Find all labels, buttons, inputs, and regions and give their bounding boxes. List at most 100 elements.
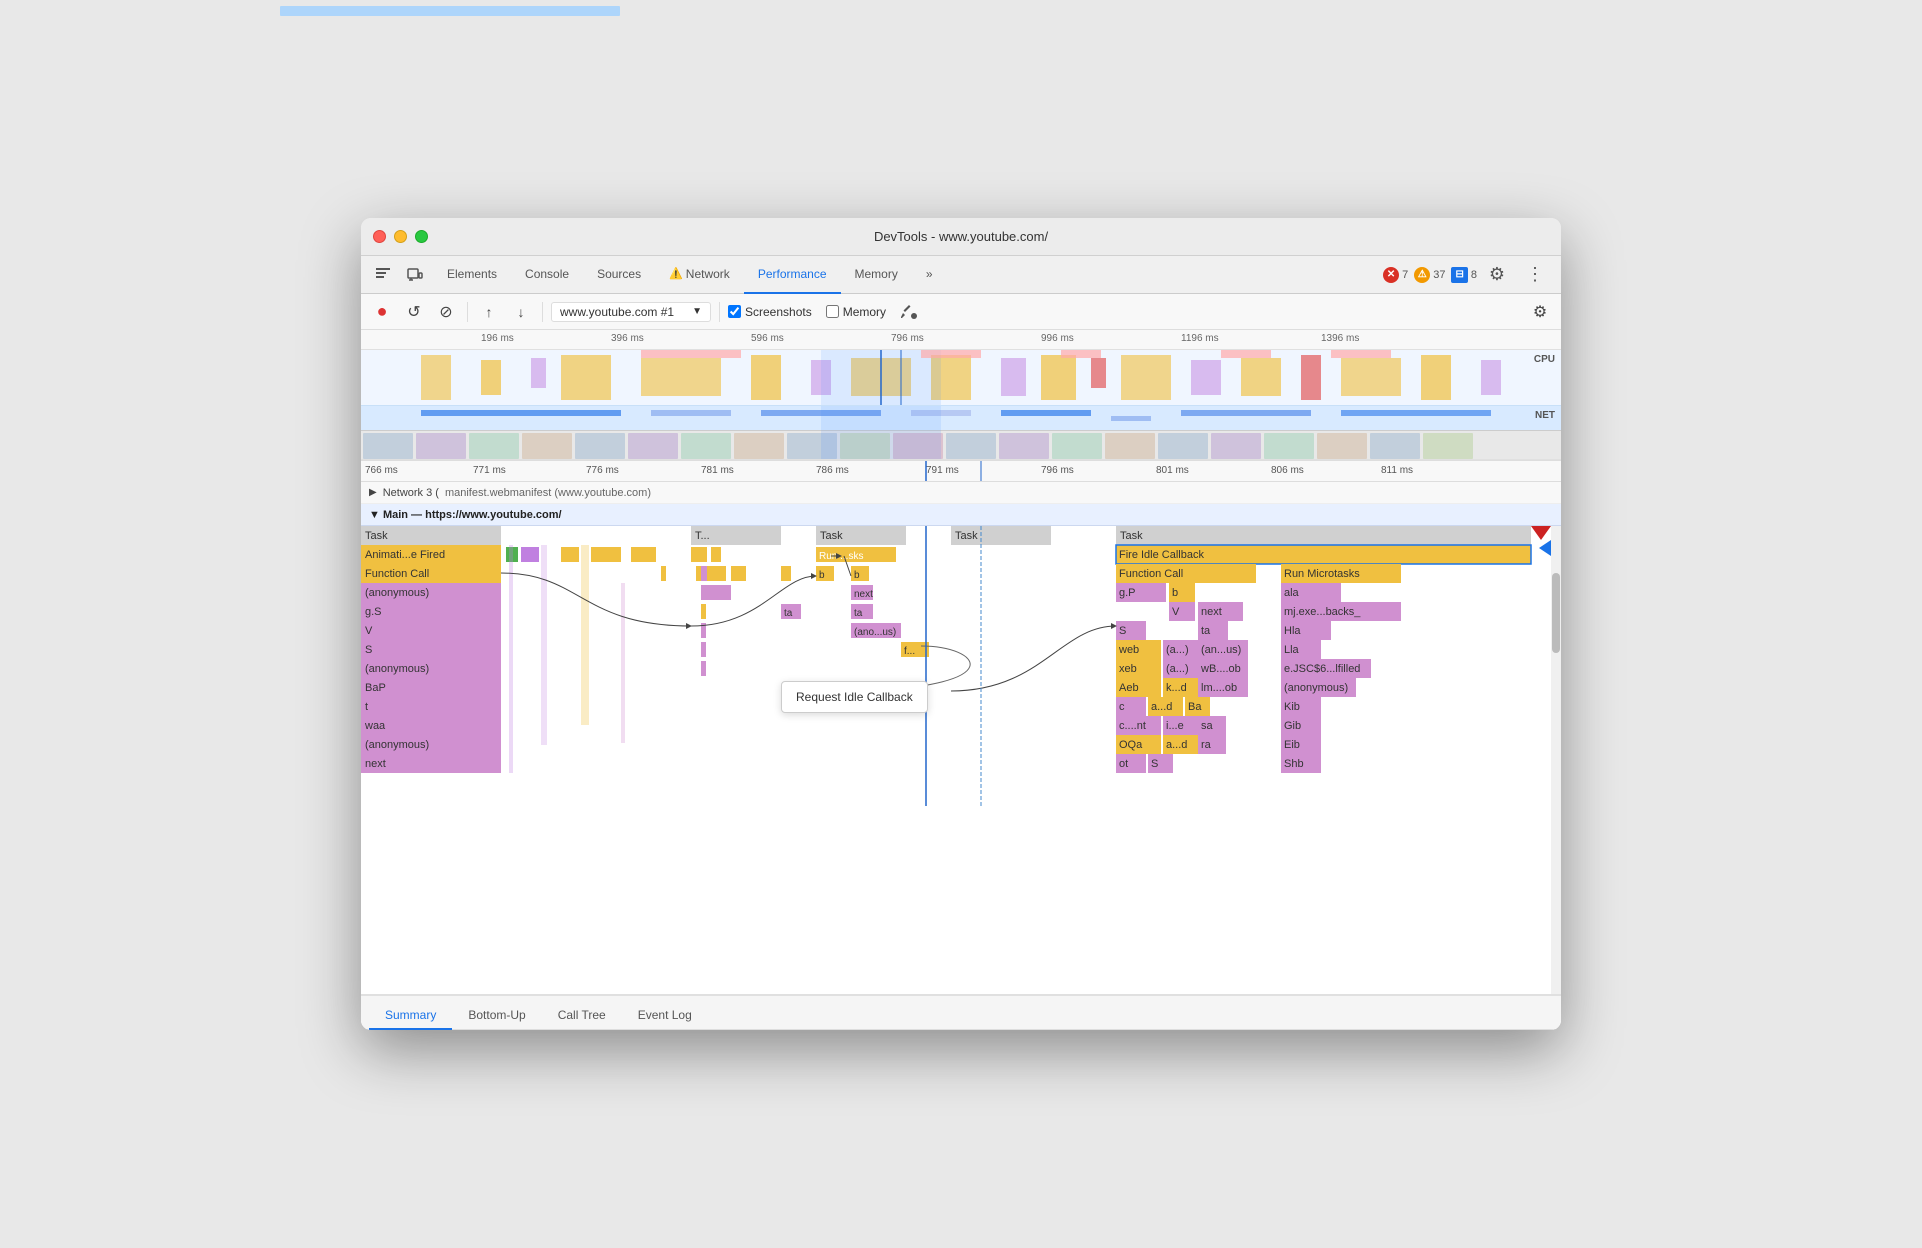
log-count: 8 bbox=[1471, 269, 1477, 281]
memory-checkbox-row: Memory bbox=[826, 305, 886, 319]
tick-996: 996 ms bbox=[1041, 333, 1074, 344]
maximize-button[interactable] bbox=[415, 230, 428, 243]
svg-text:Kib: Kib bbox=[1284, 701, 1300, 713]
svg-text:mj.exe...backs_: mj.exe...backs_ bbox=[1284, 606, 1361, 618]
svg-text:t: t bbox=[365, 701, 368, 713]
svg-text:(anonymous): (anonymous) bbox=[365, 587, 429, 599]
svg-text:sa: sa bbox=[1201, 720, 1214, 732]
memory-label: Memory bbox=[843, 305, 886, 319]
reload-button[interactable]: ↺ bbox=[401, 299, 427, 325]
tab-event-log[interactable]: Event Log bbox=[622, 1002, 708, 1030]
vscrollbar-thumb[interactable] bbox=[1552, 573, 1560, 653]
red-triangle-indicator bbox=[1531, 526, 1551, 540]
titlebar: DevTools - www.youtube.com/ bbox=[361, 218, 1561, 256]
svg-text:Eib: Eib bbox=[1284, 739, 1300, 751]
svg-text:c....nt: c....nt bbox=[1119, 720, 1146, 732]
more-icon[interactable]: ⋮ bbox=[1521, 261, 1549, 289]
cpu-chart[interactable]: CPU bbox=[361, 350, 1561, 405]
separator-1 bbox=[467, 302, 468, 322]
paint-button[interactable] bbox=[896, 299, 922, 325]
tick-781: 781 ms bbox=[701, 465, 734, 476]
svg-text:Lla: Lla bbox=[1284, 644, 1300, 656]
svg-text:next: next bbox=[854, 589, 873, 600]
svg-text:Ba: Ba bbox=[1188, 701, 1202, 713]
settings-icon[interactable]: ⚙ bbox=[1483, 261, 1511, 289]
svg-text:ra: ra bbox=[1201, 739, 1212, 751]
flame-chart-detail[interactable]: Task T... Task Task Task Animati...e Fir… bbox=[361, 526, 1561, 994]
tab-network[interactable]: ⚠️ Network bbox=[655, 256, 744, 294]
svg-text:T...: T... bbox=[695, 530, 710, 542]
download-button[interactable]: ↓ bbox=[508, 299, 534, 325]
svg-text:(a...): (a...) bbox=[1166, 663, 1189, 675]
tab-sources[interactable]: Sources bbox=[583, 256, 655, 294]
tab-bottom-up[interactable]: Bottom-Up bbox=[452, 1002, 541, 1030]
minimize-button[interactable] bbox=[394, 230, 407, 243]
memory-checkbox[interactable] bbox=[826, 305, 839, 318]
screenshots-checkbox[interactable] bbox=[728, 305, 741, 318]
svg-text:(anonymous): (anonymous) bbox=[365, 739, 429, 751]
svg-text:V: V bbox=[365, 625, 373, 637]
separator-2 bbox=[542, 302, 543, 322]
error-badge-row: ✕ 7 bbox=[1383, 267, 1408, 283]
svg-text:V: V bbox=[1172, 606, 1180, 618]
svg-text:next: next bbox=[1201, 606, 1222, 618]
svg-text:xeb: xeb bbox=[1119, 663, 1137, 675]
url-selector[interactable]: www.youtube.com #1 ▼ bbox=[551, 302, 711, 322]
top-time-ruler: 196 ms 396 ms 596 ms 796 ms 996 ms 1196 … bbox=[361, 330, 1561, 350]
svg-text:Fire Idle Callback: Fire Idle Callback bbox=[1119, 549, 1204, 561]
tab-summary[interactable]: Summary bbox=[369, 1002, 452, 1030]
screenshots-strip bbox=[361, 430, 1561, 460]
tick-596: 596 ms bbox=[751, 333, 784, 344]
record-button[interactable]: ● bbox=[369, 299, 395, 325]
clear-button[interactable]: ⊘ bbox=[433, 299, 459, 325]
svg-text:Function Call: Function Call bbox=[1119, 568, 1183, 580]
net-svg bbox=[361, 406, 1561, 431]
svg-text:a...d: a...d bbox=[1151, 701, 1172, 713]
svg-text:Animati...e Fired: Animati...e Fired bbox=[365, 549, 445, 561]
url-dropdown-icon: ▼ bbox=[692, 306, 702, 317]
svg-text:Gib: Gib bbox=[1284, 720, 1301, 732]
svg-text:next: next bbox=[365, 758, 386, 770]
svg-text:Task: Task bbox=[955, 530, 978, 542]
tick-796: 796 ms bbox=[891, 333, 924, 344]
svg-text:ta: ta bbox=[854, 608, 863, 619]
network-track-label: Network 3 ( bbox=[383, 487, 439, 499]
svg-text:i...e: i...e bbox=[1166, 720, 1184, 732]
window-title: DevTools - www.youtube.com/ bbox=[874, 229, 1048, 244]
tab-call-tree[interactable]: Call Tree bbox=[542, 1002, 622, 1030]
warn-badge: ⚠ bbox=[1414, 267, 1430, 283]
svg-text:g.P: g.P bbox=[1119, 587, 1136, 599]
svg-text:e.JSC$6...lfilled: e.JSC$6...lfilled bbox=[1284, 663, 1360, 675]
tick-806: 806 ms bbox=[1271, 465, 1304, 476]
svg-text:ta: ta bbox=[784, 608, 793, 619]
tab-console[interactable]: Console bbox=[511, 256, 583, 294]
cursor-icon[interactable] bbox=[369, 261, 397, 289]
upload-button[interactable]: ↑ bbox=[476, 299, 502, 325]
device-icon[interactable] bbox=[401, 261, 429, 289]
tick-801: 801 ms bbox=[1156, 465, 1189, 476]
tab-performance[interactable]: Performance bbox=[744, 256, 841, 294]
error-badge: ✕ bbox=[1383, 267, 1399, 283]
svg-text:b: b bbox=[819, 570, 825, 581]
svg-text:(anonymous): (anonymous) bbox=[1284, 682, 1348, 694]
net-chart[interactable]: NET bbox=[361, 405, 1561, 430]
tick-776: 776 ms bbox=[586, 465, 619, 476]
svg-text:Task: Task bbox=[820, 530, 843, 542]
tab-more[interactable]: » bbox=[912, 256, 947, 294]
svg-text:S: S bbox=[1151, 758, 1158, 770]
tab-memory[interactable]: Memory bbox=[841, 256, 912, 294]
svg-text:Function Call: Function Call bbox=[365, 568, 429, 580]
network-triangle[interactable]: ▶ bbox=[369, 487, 377, 498]
svg-text:wB....ob: wB....ob bbox=[1200, 663, 1241, 675]
tab-elements[interactable]: Elements bbox=[433, 256, 511, 294]
vscrollbar[interactable] bbox=[1551, 526, 1561, 994]
svg-text:S: S bbox=[1119, 625, 1126, 637]
screenshots-checkbox-row: Screenshots bbox=[728, 305, 812, 319]
log-badge: ⊟ bbox=[1451, 267, 1467, 283]
network-track-row: ▶ Network 3 ( manifest.webmanifest (www.… bbox=[361, 482, 1561, 504]
log-badge-row: ⊟ 8 bbox=[1451, 267, 1477, 283]
overview-timeline[interactable]: 196 ms 396 ms 596 ms 796 ms 996 ms 1196 … bbox=[361, 330, 1561, 460]
svg-text:(a...): (a...) bbox=[1166, 644, 1189, 656]
close-button[interactable] bbox=[373, 230, 386, 243]
perf-settings-button[interactable]: ⚙ bbox=[1527, 299, 1553, 325]
